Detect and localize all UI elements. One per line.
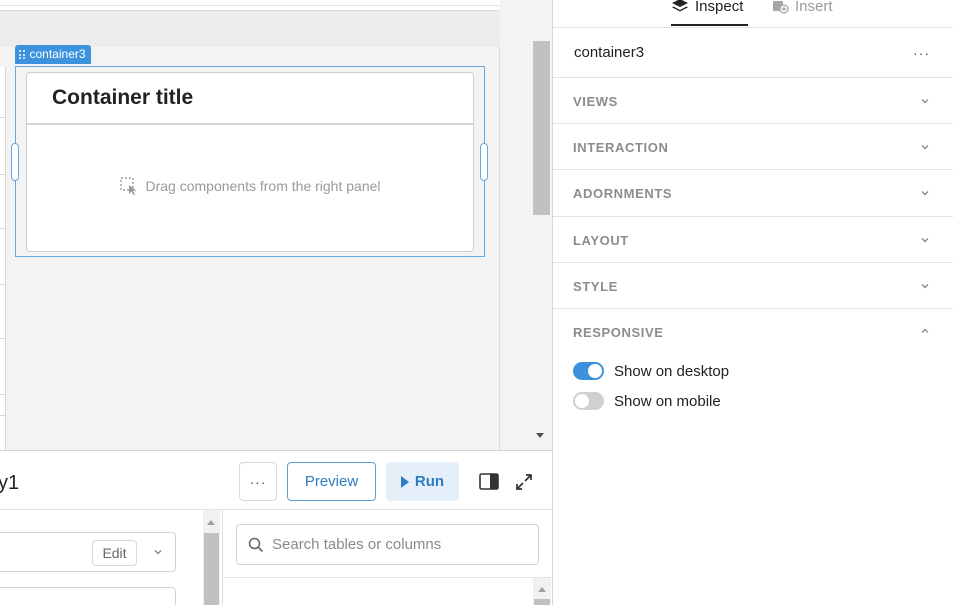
query-more-button[interactable]: ··· (239, 462, 277, 501)
run-button[interactable]: Run (386, 462, 459, 501)
show-on-desktop-row: Show on desktop (573, 362, 729, 380)
toggle-side-panel-icon[interactable] (479, 473, 499, 490)
inspector-panel: Inspect Insert container3 ··· VIEWS INTE… (552, 0, 953, 605)
show-on-mobile-label: Show on mobile (614, 392, 721, 410)
edit-resource-button[interactable]: Edit (92, 540, 137, 566)
section-label: VIEWS (573, 94, 618, 109)
tab-insert-label: Insert (795, 0, 833, 15)
section-label: ADORNMENTS (573, 186, 673, 201)
container-title[interactable]: Container title (52, 86, 193, 110)
left-component-rail (0, 67, 6, 450)
app-root: container3 Container title Drag componen… (0, 0, 953, 605)
tab-inspect[interactable]: Inspect (671, 0, 743, 17)
active-tab-indicator (671, 24, 748, 26)
section-layout[interactable]: LAYOUT (553, 217, 953, 263)
scroll-up-arrow-icon[interactable] (207, 520, 215, 525)
query-name[interactable]: y1 (0, 472, 19, 495)
run-label: Run (414, 473, 445, 490)
schema-list-divider (222, 577, 552, 578)
section-style[interactable]: STYLE (553, 263, 953, 309)
component-name[interactable]: container3 (574, 44, 644, 61)
editor-canvas[interactable]: container3 Container title Drag componen… (0, 0, 532, 450)
resize-handle-right[interactable] (480, 143, 488, 181)
container-drop-zone[interactable]: Drag components from the right panel (27, 125, 473, 251)
preview-button[interactable]: Preview (287, 462, 376, 501)
container-component[interactable]: Container title Drag components from the… (26, 72, 474, 252)
section-label: RESPONSIVE (573, 325, 664, 340)
component-tag-label: container3 (29, 47, 86, 61)
query-input-field[interactable] (0, 587, 176, 605)
section-interaction[interactable]: INTERACTION (553, 124, 953, 170)
drop-components-icon (120, 177, 137, 195)
section-responsive[interactable]: RESPONSIVE (553, 309, 953, 355)
chevron-down-icon (921, 284, 929, 289)
tab-insert[interactable]: Insert (772, 0, 833, 17)
insert-component-icon (773, 1, 789, 14)
section-views[interactable]: VIEWS (553, 78, 953, 124)
chevron-down-icon[interactable] (153, 547, 163, 557)
drag-handle-icon[interactable] (19, 50, 25, 59)
expand-icon[interactable] (515, 473, 533, 491)
section-label: STYLE (573, 279, 618, 294)
query-editor-panel: y1 ··· Preview Run Edit Search tables or… (0, 450, 552, 605)
query-scrollbar-thumb[interactable] (204, 533, 219, 605)
chevron-down-icon (921, 191, 929, 196)
canvas-header-band (0, 11, 500, 47)
section-label: INTERACTION (573, 140, 669, 155)
show-on-mobile-row: Show on mobile (573, 392, 721, 410)
show-on-desktop-toggle[interactable] (573, 362, 604, 380)
component-menu-button[interactable]: ··· (913, 45, 930, 61)
search-placeholder: Search tables or columns (272, 536, 442, 553)
chevron-down-icon (921, 238, 929, 243)
schema-scrollbar-thumb[interactable] (534, 599, 550, 605)
play-icon (400, 475, 409, 488)
canvas-scrollbar-thumb[interactable] (533, 41, 550, 215)
component-tag[interactable]: container3 (15, 45, 91, 64)
show-on-desktop-label: Show on desktop (614, 362, 730, 380)
inspector-tabs: Inspect Insert (553, 0, 953, 28)
chevron-down-icon (921, 99, 929, 104)
section-label: LAYOUT (573, 233, 629, 248)
chevron-up-icon (921, 328, 929, 333)
schema-search-input[interactable]: Search tables or columns (236, 524, 539, 565)
layers-icon (672, 0, 688, 12)
section-adornments[interactable]: ADORNMENTS (553, 170, 953, 217)
schema-panel-divider (222, 510, 223, 605)
more-icon: ··· (249, 473, 267, 490)
query-toolbar-divider (0, 509, 552, 510)
component-name-row: container3 ··· (553, 28, 953, 78)
show-on-mobile-toggle[interactable] (573, 392, 604, 410)
search-icon (248, 537, 264, 552)
scroll-down-arrow-icon[interactable] (536, 433, 544, 438)
drop-hint-text: Drag components from the right panel (145, 178, 381, 194)
resource-select[interactable] (0, 532, 176, 572)
tab-inspect-label: Inspect (695, 0, 744, 15)
schema-scroll-up-icon[interactable] (538, 587, 546, 592)
chevron-down-icon (921, 145, 929, 150)
resize-handle-left[interactable] (11, 143, 19, 181)
container-header: Container title (27, 73, 473, 125)
canvas-top-strip (0, 0, 500, 11)
